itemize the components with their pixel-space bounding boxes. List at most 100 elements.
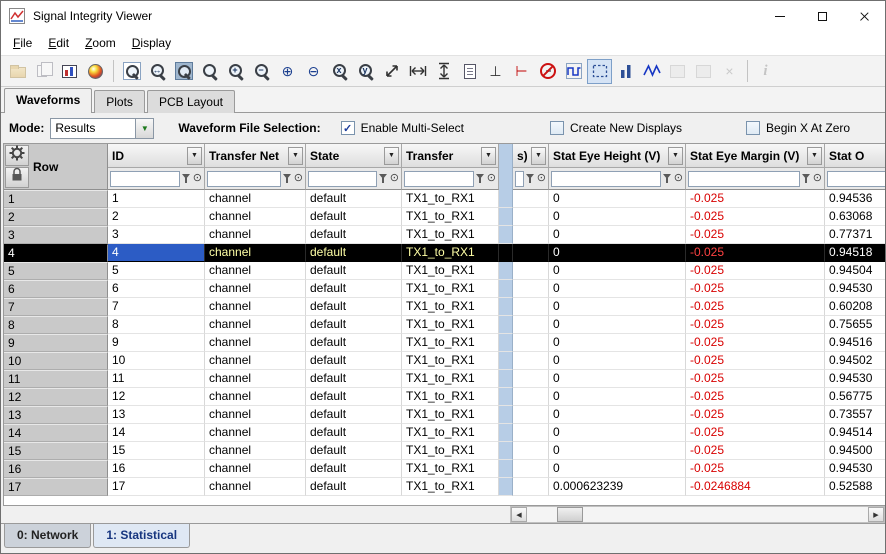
cell-id[interactable]: 5 xyxy=(108,262,205,280)
cell-net[interactable]: channel xyxy=(205,460,306,478)
zoom-out-icon[interactable]: − xyxy=(249,59,274,84)
cell-stato[interactable]: 0.94514 xyxy=(825,424,885,442)
cell-s[interactable] xyxy=(513,280,549,298)
cell-margin[interactable]: -0.025 xyxy=(686,298,825,316)
cell-net[interactable]: channel xyxy=(205,190,306,208)
filter-funnel-icon[interactable] xyxy=(283,173,292,184)
filter-clear-icon[interactable]: ⊙ xyxy=(813,173,822,184)
cell-s[interactable] xyxy=(513,352,549,370)
cell-s[interactable] xyxy=(513,208,549,226)
cell-stato[interactable]: 0.56775 xyxy=(825,388,885,406)
filter-funnel-icon[interactable] xyxy=(802,173,811,184)
column-header-id[interactable]: ID▼ xyxy=(108,144,205,168)
cell-stato[interactable]: 0.94500 xyxy=(825,442,885,460)
cell-s[interactable] xyxy=(513,334,549,352)
row-header-cell[interactable]: 15 xyxy=(4,442,108,460)
row-header-cell[interactable]: 3 xyxy=(4,226,108,244)
cell-transfer[interactable]: TX1_to_RX1 xyxy=(402,334,499,352)
filter-input[interactable] xyxy=(551,171,661,187)
cell-margin[interactable]: -0.025 xyxy=(686,226,825,244)
cell-s[interactable] xyxy=(513,388,549,406)
zoom-fit-icon[interactable]: ↔ xyxy=(145,59,170,84)
select-region-icon[interactable] xyxy=(587,59,612,84)
cell-margin[interactable]: -0.025 xyxy=(686,460,825,478)
cell-stato[interactable]: 0.94530 xyxy=(825,370,885,388)
cell-transfer[interactable]: TX1_to_RX1 xyxy=(402,460,499,478)
colormap-icon[interactable] xyxy=(83,59,108,84)
tab-plots[interactable]: Plots xyxy=(94,90,145,113)
cell-height[interactable]: 0 xyxy=(549,406,686,424)
cell-state[interactable]: default xyxy=(306,208,402,226)
cell-s[interactable] xyxy=(513,298,549,316)
cell-state[interactable]: default xyxy=(306,424,402,442)
filter-clear-icon[interactable]: ⊙ xyxy=(487,173,496,184)
cell-s[interactable] xyxy=(513,190,549,208)
cell-net[interactable]: channel xyxy=(205,298,306,316)
cell-state[interactable]: default xyxy=(306,370,402,388)
filter-input[interactable] xyxy=(207,171,281,187)
row-header-cell[interactable]: 1 xyxy=(4,190,108,208)
menu-file[interactable]: File xyxy=(5,33,40,53)
cell-net[interactable]: channel xyxy=(205,352,306,370)
cell-height[interactable]: 0.000623239 xyxy=(549,478,686,496)
table-body[interactable]: 11channeldefaultTX1_to_RX10-0.0250.94536… xyxy=(4,190,885,505)
cell-state[interactable]: default xyxy=(306,388,402,406)
table-row[interactable]: 66channeldefaultTX1_to_RX10-0.0250.94530 xyxy=(4,280,885,298)
zoom-y-axis-icon[interactable]: y xyxy=(353,59,378,84)
cell-s[interactable] xyxy=(513,442,549,460)
cell-transfer[interactable]: TX1_to_RX1 xyxy=(402,244,499,262)
cell-id[interactable]: 13 xyxy=(108,406,205,424)
cell-stato[interactable]: 0.94530 xyxy=(825,460,885,478)
display-tab-1-statistical[interactable]: 1: Statistical xyxy=(93,524,190,548)
filter-funnel-icon[interactable] xyxy=(182,173,191,184)
column-menu-button[interactable]: ▼ xyxy=(668,147,683,165)
cell-net[interactable]: channel xyxy=(205,424,306,442)
cell-transfer[interactable]: TX1_to_RX1 xyxy=(402,388,499,406)
filter-clear-icon[interactable]: ⊙ xyxy=(537,173,546,184)
table-row[interactable]: 1414channeldefaultTX1_to_RX10-0.0250.945… xyxy=(4,424,885,442)
zoom-in-icon[interactable]: + xyxy=(223,59,248,84)
cell-id[interactable]: 15 xyxy=(108,442,205,460)
cell-id[interactable]: 10 xyxy=(108,352,205,370)
column-menu-button[interactable]: ▼ xyxy=(187,147,202,165)
cell-s[interactable] xyxy=(513,478,549,496)
cell-state[interactable]: default xyxy=(306,298,402,316)
cell-stato[interactable]: 0.94518 xyxy=(825,244,885,262)
cell-margin[interactable]: -0.025 xyxy=(686,370,825,388)
chevron-down-icon[interactable]: ▼ xyxy=(135,119,153,138)
cell-height[interactable]: 0 xyxy=(549,280,686,298)
filter-clear-icon[interactable]: ⊙ xyxy=(193,173,202,184)
cell-margin[interactable]: -0.025 xyxy=(686,352,825,370)
report-icon[interactable] xyxy=(457,59,482,84)
cell-stato[interactable]: 0.63068 xyxy=(825,208,885,226)
tab-waveforms[interactable]: Waveforms xyxy=(4,88,92,113)
cell-height[interactable]: 0 xyxy=(549,442,686,460)
cell-transfer[interactable]: TX1_to_RX1 xyxy=(402,208,499,226)
cell-height[interactable]: 0 xyxy=(549,424,686,442)
cell-state[interactable]: default xyxy=(306,280,402,298)
cell-net[interactable]: channel xyxy=(205,262,306,280)
menu-zoom[interactable]: Zoom xyxy=(77,33,124,53)
horizontal-scrollbar[interactable]: ◀ ▶ xyxy=(510,506,885,523)
cell-margin[interactable]: -0.025 xyxy=(686,316,825,334)
checkbox-enable-multi-select[interactable]: ✓Enable Multi-Select xyxy=(341,121,464,135)
cell-state[interactable]: default xyxy=(306,226,402,244)
zoom-in-circle-icon[interactable]: ⊕ xyxy=(275,59,300,84)
cell-id[interactable]: 6 xyxy=(108,280,205,298)
cursor-vertical-icon[interactable] xyxy=(431,59,456,84)
cell-transfer[interactable]: TX1_to_RX1 xyxy=(402,406,499,424)
checkbox-box[interactable] xyxy=(550,121,564,135)
close-button[interactable] xyxy=(843,1,885,31)
filter-input[interactable] xyxy=(827,171,885,187)
table-row[interactable]: 77channeldefaultTX1_to_RX10-0.0250.60208 xyxy=(4,298,885,316)
cell-id[interactable]: 8 xyxy=(108,316,205,334)
cell-s[interactable] xyxy=(513,316,549,334)
column-header-state[interactable]: State▼ xyxy=(306,144,402,168)
cell-transfer[interactable]: TX1_to_RX1 xyxy=(402,316,499,334)
plot-browser-icon[interactable] xyxy=(57,59,82,84)
column-menu-button[interactable]: ▼ xyxy=(384,147,399,165)
cell-state[interactable]: default xyxy=(306,262,402,280)
cell-stato[interactable]: 0.75655 xyxy=(825,316,885,334)
scroll-right-button[interactable]: ▶ xyxy=(868,507,884,522)
cell-state[interactable]: default xyxy=(306,460,402,478)
